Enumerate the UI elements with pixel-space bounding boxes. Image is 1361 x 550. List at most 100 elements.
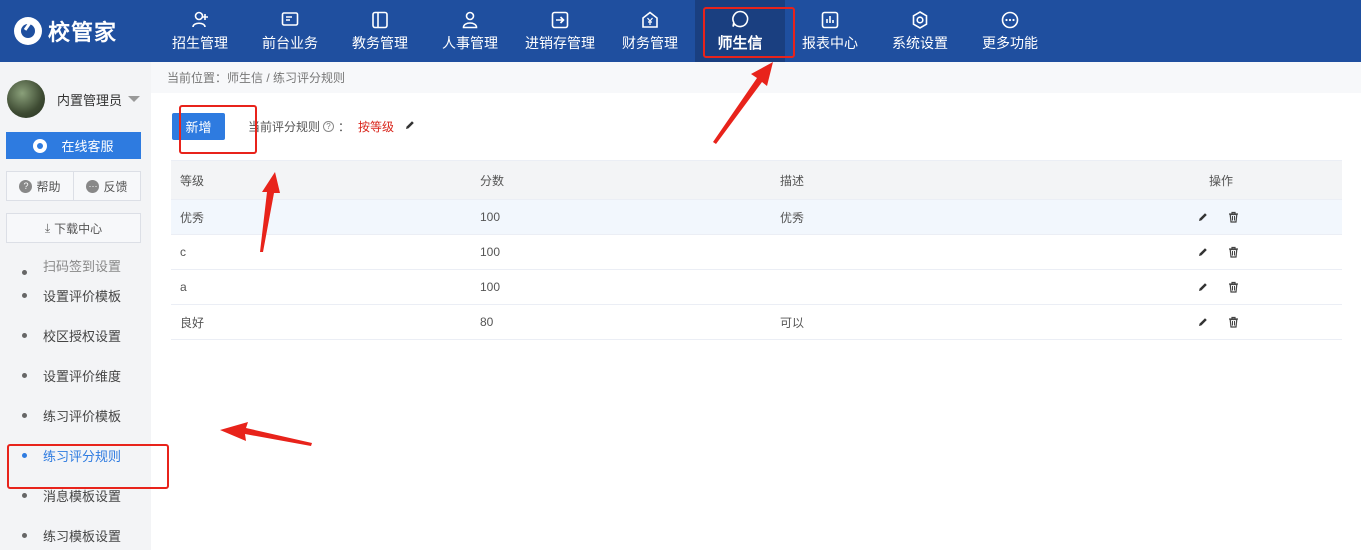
- cell-level: c: [180, 245, 186, 259]
- main-nav: 招生管理 前台业务 教务管理 人事管理 进销存管理 财务管理 师生信 报表中心 系统设置 更多功能: [155, 0, 1055, 62]
- nav-item-1[interactable]: 前台业务: [245, 0, 335, 62]
- nav-item-3[interactable]: 人事管理: [425, 0, 515, 62]
- nav-item-4[interactable]: 进销存管理: [515, 0, 605, 62]
- header-score: 分数: [480, 173, 505, 188]
- person-icon: [462, 11, 478, 28]
- download-label: 下载中心: [54, 221, 103, 236]
- edit-icon[interactable]: [1196, 280, 1210, 294]
- sidebar-item-5[interactable]: 消息模板设置: [0, 475, 151, 515]
- sidebar-item-label: 练习模板设置: [43, 528, 122, 544]
- delete-icon[interactable]: [1226, 280, 1240, 294]
- rule-value: 按等级: [358, 120, 395, 134]
- header-level: 等级: [180, 173, 205, 188]
- nav-item-0[interactable]: 招生管理: [155, 0, 245, 62]
- header-desc: 描述: [780, 173, 805, 188]
- nav-item-5[interactable]: 财务管理: [605, 0, 695, 62]
- sidebar-item-label: 设置评价模板: [43, 288, 122, 304]
- rule-label: 当前评分规则: [248, 120, 321, 134]
- chevron-down-icon: [128, 96, 141, 102]
- logo-icon: [14, 17, 42, 45]
- sidebar-item-label: 扫码签到设置: [43, 259, 122, 274]
- help-button[interactable]: ? 帮助: [7, 172, 73, 200]
- rule-colon: ：: [338, 120, 351, 134]
- sidebar-item-label: 消息模板设置: [43, 488, 122, 504]
- online-service-button[interactable]: 在线客服: [6, 132, 141, 159]
- sidebar-item-label: 练习评分规则: [43, 448, 122, 464]
- edit-icon[interactable]: [1196, 315, 1210, 329]
- delete-icon[interactable]: [1226, 245, 1240, 259]
- edit-icon[interactable]: [1196, 210, 1210, 224]
- table-body: 优秀 100 优秀 c 100 a 100 良好 80 可以: [171, 200, 1342, 340]
- edit-rule-icon[interactable]: [404, 119, 416, 134]
- cell-actions: [1171, 280, 1342, 294]
- sidebar-item-label: 设置评价维度: [43, 368, 122, 384]
- sidebar-menu: 扫码签到设置 设置评价模板 校区授权设置 设置评价维度练习评价模板练习评分规则 消息模…: [0, 249, 151, 550]
- bullet-icon: [22, 532, 27, 538]
- cell-score: 80: [480, 315, 494, 329]
- sidebar-item-2[interactable]: 设置评价维度: [0, 355, 151, 395]
- gear-icon: [912, 10, 928, 29]
- table-row: 良好 80 可以: [171, 305, 1342, 340]
- question-icon: ?: [19, 179, 33, 193]
- table-row: a 100: [171, 270, 1342, 305]
- breadcrumb: 当前位置：师生信 / 练习评分规则: [151, 62, 1361, 93]
- bullet-icon: [22, 492, 27, 498]
- delete-icon[interactable]: [1226, 315, 1240, 329]
- nav-item-9[interactable]: 更多功能: [965, 0, 1055, 62]
- top-navbar: 校管家 招生管理 前台业务 教务管理 人事管理 进销存管理 财务管理 师生信 报表中心 系统设置…: [0, 0, 1361, 62]
- bullet-icon: [22, 270, 27, 275]
- sidebar-item-label: 校区授权设置: [43, 328, 122, 344]
- brand-name: 校管家: [48, 20, 118, 45]
- nav-label: 财务管理: [622, 34, 678, 51]
- delete-icon[interactable]: [1226, 210, 1240, 224]
- cell-desc: 可以: [780, 315, 805, 330]
- nav-label: 更多功能: [982, 34, 1038, 51]
- add-button[interactable]: 新增: [172, 113, 225, 140]
- cell-score: 100: [480, 245, 501, 259]
- cell-actions: [1171, 315, 1342, 329]
- bullet-icon: [22, 332, 27, 338]
- user-menu[interactable]: 内置管理员: [7, 80, 141, 118]
- nav-label: 报表中心: [802, 34, 858, 51]
- nav-item-7[interactable]: 报表中心: [785, 0, 875, 62]
- table-row: 优秀 100 优秀: [171, 200, 1342, 235]
- yen-house-icon: [642, 10, 658, 28]
- sidebar-item-3[interactable]: 练习评价模板: [0, 395, 151, 435]
- download-icon: ⤓: [44, 220, 51, 235]
- current-rule: 当前评分规则 ? ： 按等级: [248, 118, 416, 135]
- cell-desc: 优秀: [780, 210, 805, 225]
- bullet-icon: [22, 412, 27, 418]
- chat-bubble-icon: [732, 10, 749, 28]
- cell-score: 100: [480, 210, 501, 224]
- sidebar-item-6[interactable]: 练习模板设置: [0, 515, 151, 550]
- brand-logo[interactable]: 校管家: [14, 14, 117, 48]
- table-header: 等级 分数 描述 操作: [171, 160, 1342, 200]
- edit-icon[interactable]: [1196, 245, 1210, 259]
- nav-item-6[interactable]: 师生信: [695, 0, 785, 62]
- cell-level: 良好: [180, 315, 205, 330]
- nav-label: 前台业务: [262, 34, 318, 51]
- sidebar-item-cut[interactable]: 扫码签到设置: [0, 249, 151, 275]
- arrow-to-menu: [220, 422, 312, 446]
- sidebar-item-1[interactable]: 校区授权设置: [0, 315, 151, 355]
- score-rule-table: 等级 分数 描述 操作 优秀 100 优秀 c 100 a 100 良好 80 可以: [171, 160, 1342, 340]
- monitor-icon: [281, 11, 299, 26]
- feedback-button[interactable]: ··· 反馈: [73, 172, 140, 200]
- sidebar-item-0[interactable]: 设置评价模板: [0, 275, 151, 315]
- headset-icon: [33, 138, 48, 153]
- table-row: c 100: [171, 235, 1342, 270]
- download-center-button[interactable]: ⤓ 下载中心: [6, 213, 141, 243]
- nav-item-8[interactable]: 系统设置: [875, 0, 965, 62]
- nav-label: 招生管理: [172, 34, 228, 51]
- bullet-icon: [22, 452, 27, 458]
- cell-score: 100: [480, 280, 501, 294]
- cell-actions: [1171, 245, 1342, 259]
- bullet-icon: [22, 372, 27, 378]
- sidebar-item-4[interactable]: 练习评分规则: [0, 435, 151, 475]
- user-add-icon: [192, 11, 208, 27]
- nav-item-2[interactable]: 教务管理: [335, 0, 425, 62]
- book-icon: [372, 11, 388, 28]
- header-actions: 操作: [1209, 173, 1234, 188]
- feedback-label: 反馈: [103, 179, 128, 194]
- help-circle-icon[interactable]: ?: [323, 121, 335, 132]
